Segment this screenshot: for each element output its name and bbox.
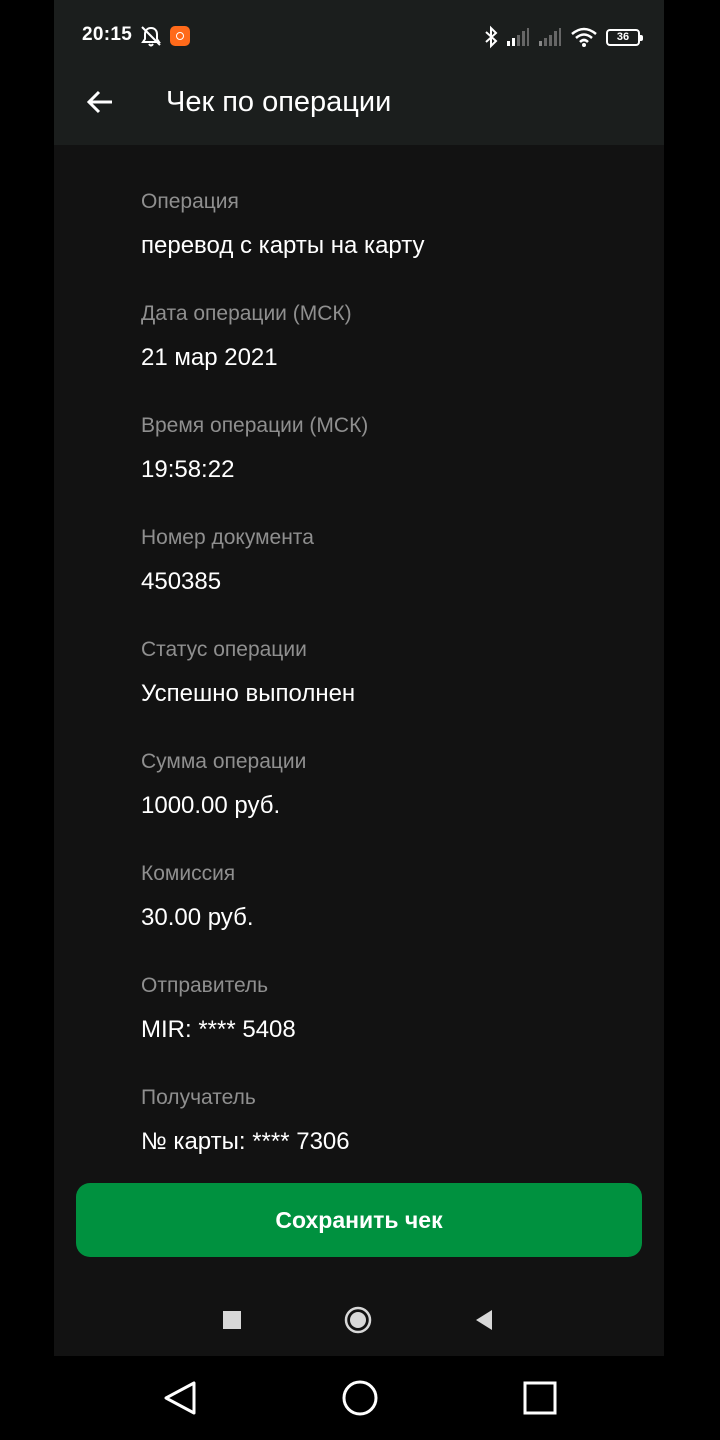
triangle-back-icon[interactable]: [470, 1303, 498, 1337]
field-value: № карты: **** 7306: [141, 1128, 350, 1155]
battery-icon: 36: [606, 28, 643, 46]
field-label: Время операции (МСК): [141, 414, 369, 437]
wifi-icon: [570, 26, 598, 48]
field-value: 30.00 руб.: [141, 904, 254, 931]
back-button[interactable]: [78, 80, 122, 124]
nav-home-icon[interactable]: [338, 1376, 382, 1420]
field-label: Номер документа: [141, 526, 314, 549]
receipt-details[interactable]: Операция перевод с карты на карту Дата о…: [54, 145, 664, 1156]
nav-recents-icon[interactable]: [518, 1376, 562, 1420]
status-time: 20:15: [82, 24, 133, 45]
circle-icon[interactable]: [344, 1303, 372, 1337]
alarm-off-icon: [140, 24, 162, 48]
page-title: Чек по операции: [166, 86, 392, 118]
field-label: Сумма операции: [141, 750, 307, 773]
field-label: Операция: [141, 190, 239, 213]
cellular-signal-icon: [506, 27, 530, 47]
field-value: перевод с карты на карту: [141, 232, 425, 259]
square-icon[interactable]: [218, 1303, 246, 1337]
field-label: Статус операции: [141, 638, 307, 661]
field-value: 19:58:22: [141, 456, 235, 483]
app-bar: 20:15 36 Чек по операции: [54, 0, 664, 145]
app-notification-icon: [170, 26, 190, 46]
field-value: MIR: **** 5408: [141, 1016, 296, 1043]
field-value: Успешно выполнен: [141, 680, 356, 707]
save-receipt-button[interactable]: Сохранить чек: [76, 1183, 642, 1257]
field-label: Комиссия: [141, 862, 236, 885]
field-label: Отправитель: [141, 974, 269, 997]
app-screen: 20:15 36 Чек по операции Операция перево…: [54, 0, 664, 1356]
status-bar: 20:15 36: [54, 0, 664, 72]
system-navigation-bar: [0, 1356, 720, 1440]
nav-back-icon[interactable]: [158, 1376, 202, 1420]
field-label: Получатель: [141, 1086, 256, 1109]
cellular-signal-icon-2: [538, 27, 562, 47]
field-value: 1000.00 руб.: [141, 792, 281, 819]
bluetooth-icon: [484, 25, 498, 49]
status-icons: 36: [484, 24, 643, 50]
arrow-left-icon: [86, 90, 112, 114]
field-value: 21 мар 2021: [141, 344, 278, 371]
field-value: 450385: [141, 568, 222, 595]
field-label: Дата операции (МСК): [141, 302, 352, 325]
bottom-action-area: Сохранить чек: [54, 1156, 664, 1356]
